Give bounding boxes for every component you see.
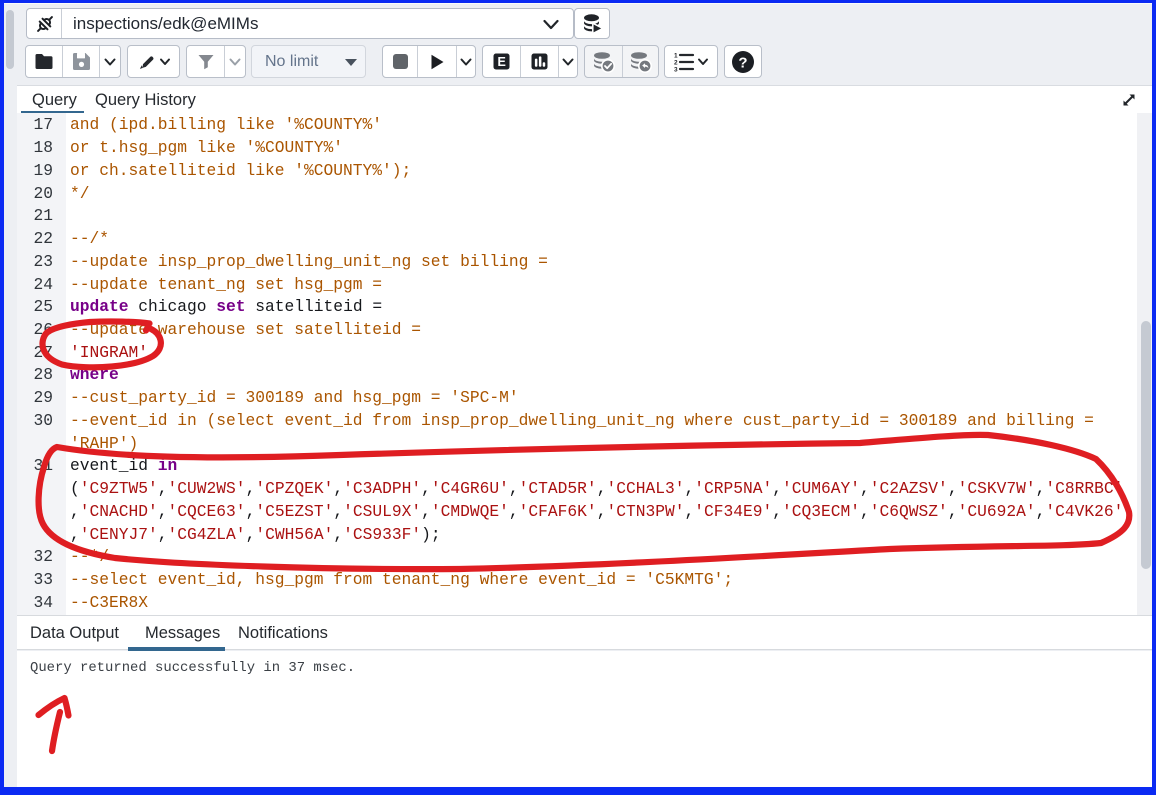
svg-text:3: 3 <box>674 66 678 72</box>
svg-text:?: ? <box>738 54 747 71</box>
svg-text:2: 2 <box>674 59 678 66</box>
svg-text:1: 1 <box>674 52 678 59</box>
svg-text:E: E <box>498 55 506 69</box>
